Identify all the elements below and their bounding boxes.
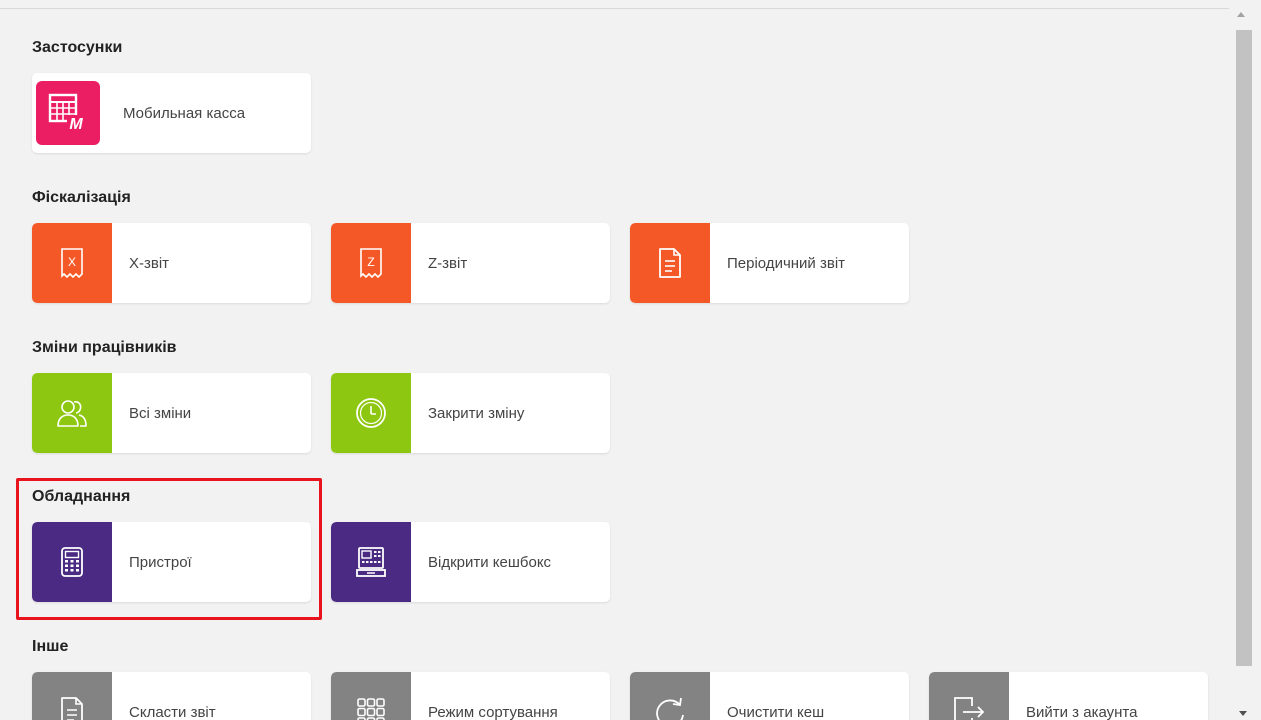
tile-make-report[interactable]: Скласти звіт	[32, 672, 311, 720]
tile-logout[interactable]: Вийти з акаунта	[929, 672, 1208, 720]
document-icon	[32, 672, 112, 720]
tile-devices[interactable]: Пристрої	[32, 522, 311, 602]
tile-periodic-report[interactable]: Періодичний звіт	[630, 223, 909, 303]
tile-x-report[interactable]: X X-звіт	[32, 223, 311, 303]
calculator-icon	[32, 522, 112, 602]
tile-label: Режим сортування	[428, 703, 558, 720]
section-title-equipment: Обладнання	[32, 488, 131, 505]
tile-open-cashbox[interactable]: Відкрити кешбокс	[331, 522, 610, 602]
section-title-fiscal: Фіскалізація	[32, 189, 131, 206]
svg-text:Z: Z	[367, 255, 374, 269]
x-report-icon: X	[32, 223, 112, 303]
users-icon	[32, 373, 112, 453]
tile-all-shifts[interactable]: Всі зміни	[32, 373, 311, 453]
svg-text:M: M	[69, 116, 83, 133]
tile-label: Відкрити кешбокс	[428, 553, 552, 571]
document-icon	[630, 223, 710, 303]
logout-icon	[929, 672, 1009, 720]
scroll-down-arrow-icon[interactable]	[1239, 711, 1247, 716]
menu-content: Застосунки M Мобильная касса Фіскалізаці…	[0, 10, 1229, 720]
tile-label: Z-звіт	[428, 254, 468, 272]
tile-clear-cache[interactable]: Очистити кеш	[630, 672, 909, 720]
svg-text:X: X	[68, 255, 76, 269]
tile-label: Вийти з акаунта	[1026, 703, 1138, 720]
refresh-icon	[630, 672, 710, 720]
tile-sort-mode[interactable]: Режим сортування	[331, 672, 610, 720]
tile-mobile-cashbox[interactable]: M Мобильная касса	[32, 73, 311, 153]
tile-close-shift[interactable]: Закрити зміну	[331, 373, 610, 453]
scroll-up-arrow-icon[interactable]	[1237, 12, 1245, 17]
tile-label: Закрити зміну	[428, 404, 525, 422]
z-report-icon: Z	[331, 223, 411, 303]
mobile-cashbox-icon: M	[36, 81, 100, 145]
tile-label: Очистити кеш	[727, 703, 825, 720]
section-title-other: Інше	[32, 638, 69, 655]
tile-z-report[interactable]: Z Z-звіт	[331, 223, 610, 303]
top-divider	[0, 0, 1229, 9]
tile-label: Мобильная касса	[123, 104, 246, 122]
clock-icon	[331, 373, 411, 453]
scrollbar-thumb[interactable]	[1236, 30, 1252, 666]
tile-label: Пристрої	[129, 553, 192, 571]
section-title-shifts: Зміни працівників	[32, 339, 177, 356]
grid-icon	[331, 672, 411, 720]
cash-register-icon	[331, 522, 411, 602]
tile-label: Періодичний звіт	[727, 254, 846, 272]
section-title-apps: Застосунки	[32, 39, 123, 56]
tile-label: Скласти звіт	[129, 703, 216, 720]
tile-label: Всі зміни	[129, 404, 192, 422]
tile-label: X-звіт	[129, 254, 170, 272]
tile-icon-wrap: M	[32, 73, 104, 153]
